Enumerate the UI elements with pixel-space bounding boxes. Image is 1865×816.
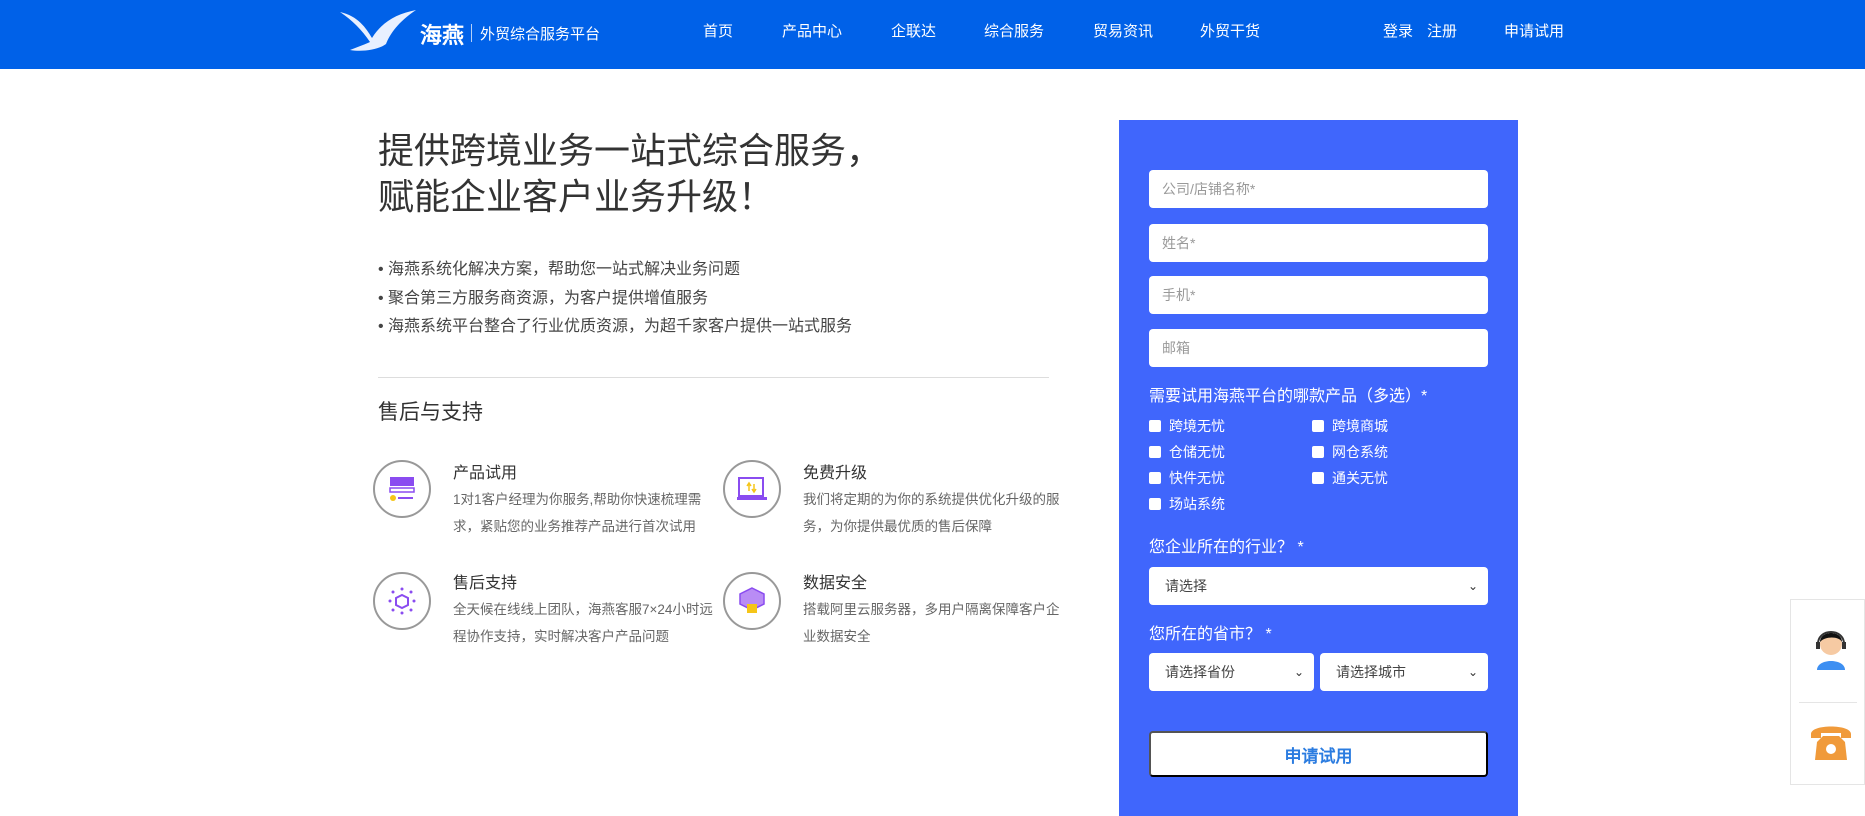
name-input[interactable]: 姓名* (1149, 224, 1488, 262)
checkbox-changzhan[interactable]: 场站系统 (1149, 494, 1225, 514)
feature-desc: 1对1客户经理为你服务,帮助你快速梳理需求，紧贴您的业务推荐产品进行首次试用 (453, 492, 702, 534)
checkbox-icon[interactable] (1149, 498, 1161, 510)
industry-select[interactable]: 请选择 ⌄ (1149, 567, 1488, 605)
checkbox-kuaijian-wuyou[interactable]: 快件无忧 (1149, 468, 1225, 488)
logo-name[interactable]: 海燕 (420, 18, 464, 50)
nav-home[interactable]: 首页 (703, 20, 733, 41)
checkbox-icon[interactable] (1312, 472, 1324, 484)
data-security-icon (723, 572, 781, 630)
nav-services[interactable]: 综合服务 (984, 20, 1044, 41)
chevron-down-icon: ⌄ (1293, 665, 1304, 679)
phone-input[interactable]: 手机* (1149, 276, 1488, 314)
province-select[interactable]: 请选择省份 ⌄ (1149, 653, 1314, 691)
feature-desc: 搭载阿里云服务器，多用户隔离保障客户企业数据安全 (803, 602, 1060, 644)
divider (1799, 702, 1857, 703)
products-label: 需要试用海燕平台的哪款产品（多选）* (1149, 388, 1428, 405)
seagull-logo-icon[interactable] (338, 8, 418, 52)
chevron-down-icon: ⌄ (1467, 579, 1478, 593)
city-select[interactable]: 请选择城市 ⌄ (1320, 653, 1488, 691)
submit-trial-button[interactable]: 申请试用 (1149, 731, 1488, 777)
checkbox-icon[interactable] (1149, 446, 1161, 458)
checkbox-icon[interactable] (1149, 420, 1161, 432)
top-nav-bar: 海燕 外贸综合服务平台 首页 产品中心 企联达 综合服务 贸易资讯 外贸干货 登… (0, 0, 1865, 69)
checkbox-kuajing-wuyou[interactable]: 跨境无忧 (1149, 416, 1225, 436)
divider (378, 377, 1049, 378)
nav-qilianda[interactable]: 企联达 (891, 20, 936, 41)
feature-title: 数据安全 (803, 575, 868, 592)
checkbox-icon[interactable] (1312, 420, 1324, 432)
hero-title-line2: 赋能企业客户业务升级！ (378, 176, 775, 217)
login-link[interactable]: 登录 (1383, 20, 1413, 41)
checkbox-wangcang[interactable]: 网仓系统 (1312, 442, 1388, 462)
nav-products[interactable]: 产品中心 (782, 20, 842, 41)
feature-desc: 我们将定期的为你的系统提供优化升级的服务，为你提供最优质的售后保障 (803, 492, 1060, 534)
feature-title: 售后支持 (453, 575, 518, 592)
checkbox-kuajing-shangcheng[interactable]: 跨境商城 (1312, 416, 1388, 436)
hero-bullet: • 聚合第三方服务商资源，为客户提供增值服务 (378, 290, 709, 307)
logo-divider (471, 24, 472, 42)
nav-articles[interactable]: 外贸干货 (1200, 20, 1260, 41)
floating-contact-widget (1790, 599, 1865, 785)
checkbox-cangchu-wuyou[interactable]: 仓储无忧 (1149, 442, 1225, 462)
phone-icon[interactable] (1809, 722, 1853, 762)
customer-service-icon[interactable] (1811, 622, 1851, 670)
checkbox-tongguan-wuyou[interactable]: 通关无忧 (1312, 468, 1388, 488)
support-heading: 售后与支持 (378, 401, 483, 424)
nav-news[interactable]: 贸易资讯 (1093, 20, 1153, 41)
hero-bullet: • 海燕系统化解决方案，帮助您一站式解决业务问题 (378, 261, 741, 278)
company-input[interactable]: 公司/店铺名称* (1149, 170, 1488, 208)
feature-desc: 全天候在线线上团队，海燕客服7×24小时远程协作支持，实时解决客户产品问题 (453, 602, 713, 644)
feature-title: 产品试用 (453, 465, 518, 482)
free-upgrade-icon (723, 460, 781, 518)
checkbox-icon[interactable] (1312, 446, 1324, 458)
product-trial-icon (373, 460, 431, 518)
region-label: 您所在的省市？ * (1149, 626, 1272, 643)
email-input[interactable]: 邮箱 (1149, 329, 1488, 367)
register-link[interactable]: 注册 (1427, 20, 1457, 41)
hero-title-line1: 提供跨境业务一站式综合服务， (378, 130, 883, 171)
industry-label: 您企业所在的行业？ * (1149, 539, 1304, 556)
trial-link[interactable]: 申请试用 (1504, 20, 1564, 41)
feature-title: 免费升级 (803, 465, 868, 482)
chevron-down-icon: ⌄ (1467, 665, 1478, 679)
checkbox-icon[interactable] (1149, 472, 1161, 484)
after-sales-icon (373, 572, 431, 630)
hero-bullet: • 海燕系统平台整合了行业优质资源，为超千家客户提供一站式服务 (378, 318, 853, 335)
logo-subtitle: 外贸综合服务平台 (480, 26, 601, 43)
